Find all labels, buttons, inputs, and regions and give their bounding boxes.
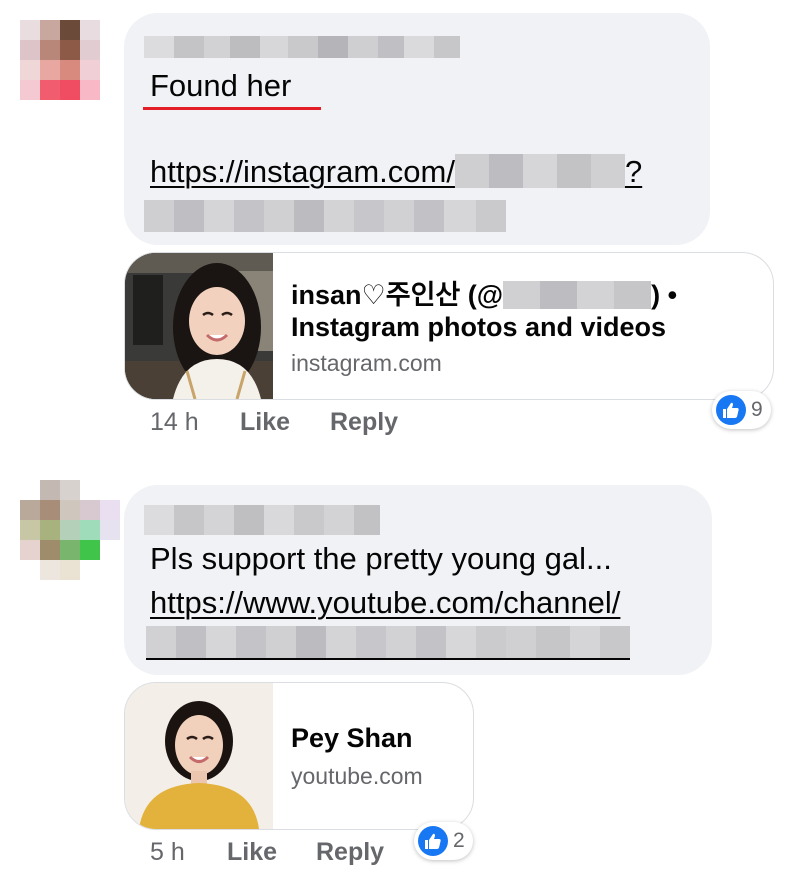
commenter-name-redacted[interactable] bbox=[144, 36, 460, 58]
like-button[interactable]: Like bbox=[227, 838, 277, 867]
reply-button[interactable]: Reply bbox=[316, 838, 384, 867]
reaction-count: 2 bbox=[453, 829, 465, 852]
commenter-name-redacted[interactable] bbox=[144, 505, 380, 535]
card-title: insan♡주인산 (@) • bbox=[291, 280, 678, 310]
comment-link[interactable]: https://instagram.com/? bbox=[150, 152, 642, 192]
profile-thumbnail bbox=[125, 253, 273, 399]
card-domain: youtube.com bbox=[291, 763, 423, 789]
thumbs-up-icon bbox=[418, 826, 448, 856]
timestamp: 5 h bbox=[150, 838, 185, 866]
timestamp: 14 h bbox=[150, 408, 199, 436]
link-continuation-redacted[interactable] bbox=[144, 200, 506, 232]
card-title-line2: Instagram photos and videos bbox=[291, 312, 667, 342]
handle-redacted bbox=[503, 281, 652, 309]
comment-text: Found her bbox=[150, 68, 292, 103]
channel-thumbnail bbox=[125, 683, 273, 829]
link-preview-card[interactable]: Pey Shan youtube.com bbox=[124, 682, 474, 830]
avatar[interactable] bbox=[20, 480, 120, 580]
card-domain: instagram.com bbox=[291, 350, 442, 376]
link-continuation-redacted[interactable] bbox=[146, 626, 630, 660]
reply-button[interactable]: Reply bbox=[330, 408, 398, 437]
reaction-count-badge[interactable]: 2 bbox=[414, 822, 473, 860]
link-redacted bbox=[454, 154, 625, 188]
reaction-count: 9 bbox=[751, 398, 763, 421]
reaction-count-badge[interactable]: 9 bbox=[712, 391, 771, 429]
thumbs-up-icon bbox=[716, 395, 746, 425]
highlight-underline bbox=[143, 107, 321, 110]
comment-text: Pls support the pretty young gal... bbox=[150, 541, 612, 576]
comment-link[interactable]: https://www.youtube.com/channel/ bbox=[150, 583, 620, 623]
card-title: Pey Shan bbox=[291, 723, 413, 753]
like-button[interactable]: Like bbox=[240, 408, 290, 437]
link-preview-card[interactable]: insan♡주인산 (@) • Instagram photos and vid… bbox=[124, 252, 774, 400]
avatar[interactable] bbox=[20, 20, 100, 100]
